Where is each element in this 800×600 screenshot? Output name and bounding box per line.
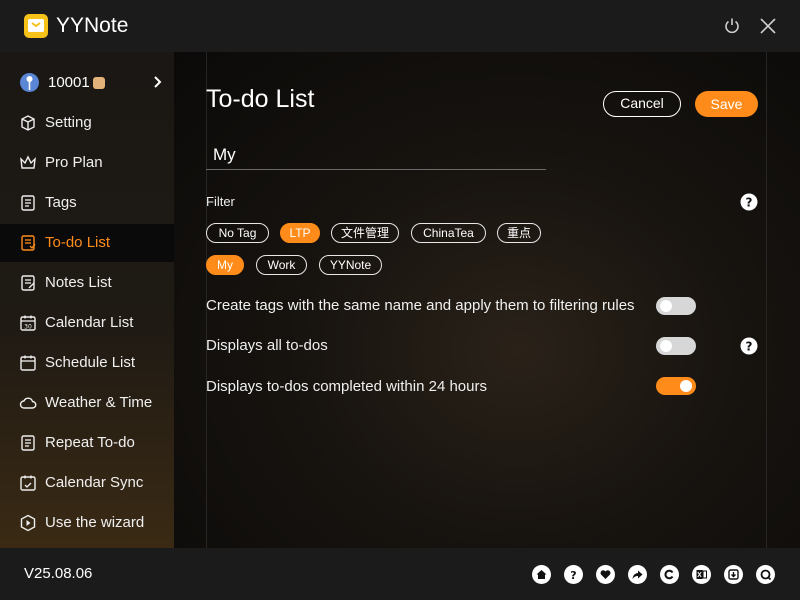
divider (766, 52, 767, 548)
help-icon[interactable]: ? (564, 565, 583, 584)
app-logo-icon (24, 14, 48, 38)
sidebar-item-label: Calendar List (45, 314, 134, 331)
crown-icon (19, 154, 37, 172)
document-icon (19, 194, 37, 212)
version-label: V25.08.06 (24, 565, 93, 582)
cloud-icon (19, 394, 37, 412)
option-label: Displays all to-dos (206, 337, 328, 354)
main-panel: To-do List Cancel Save Filter ? No Tag L… (174, 52, 800, 548)
sidebar-item-label: Use the wizard (45, 514, 145, 531)
sidebar-item-label: Pro Plan (45, 154, 103, 171)
sidebar-item-wizard[interactable]: Use the wizard (0, 504, 174, 542)
toggle-knob (660, 300, 672, 312)
sidebar-item-label: Repeat To-do (45, 434, 135, 451)
home-icon[interactable] (532, 565, 551, 584)
toggle-knob (660, 340, 672, 352)
sidebar-item-label: Calendar Sync (45, 474, 144, 491)
sidebar: 10001 Setting Pro Plan Tags To-do List N… (0, 52, 174, 548)
completed-24h-toggle[interactable] (656, 377, 696, 395)
title-bar: YYNote (0, 0, 800, 52)
tag-chip[interactable]: 重点 (497, 223, 541, 243)
sidebar-item-label: Schedule List (45, 354, 136, 371)
same-name-tags-toggle[interactable] (656, 297, 696, 315)
footer-bar: V25.08.06 ? (0, 548, 800, 600)
svg-text:?: ? (746, 196, 753, 210)
sidebar-item-weather-time[interactable]: Weather & Time (0, 384, 174, 422)
sidebar-item-notes-list[interactable]: Notes List (0, 264, 174, 302)
schedule-icon (19, 354, 37, 372)
power-icon[interactable] (722, 16, 742, 36)
cancel-button[interactable]: Cancel (603, 91, 681, 117)
excel-icon[interactable] (692, 565, 711, 584)
user-account-row[interactable]: 10001 (0, 66, 174, 100)
sidebar-item-label: Setting (45, 114, 92, 131)
filter-label: Filter (206, 194, 235, 209)
sidebar-item-tags[interactable]: Tags (0, 184, 174, 222)
sidebar-item-label: Notes List (45, 274, 112, 291)
filter-help-icon[interactable]: ? (740, 193, 758, 211)
sidebar-item-schedule-list[interactable]: Schedule List (0, 344, 174, 382)
display-all-todos-toggle[interactable] (656, 337, 696, 355)
page-title: To-do List (206, 85, 315, 113)
wizard-icon (19, 514, 37, 532)
svg-text:?: ? (746, 340, 753, 354)
user-id: 10001 (48, 74, 90, 91)
toggle-knob (680, 380, 692, 392)
download-icon[interactable] (724, 565, 743, 584)
cube-icon (19, 114, 37, 132)
svg-text:?: ? (570, 569, 576, 581)
option-label: Displays to-dos completed within 24 hour… (206, 378, 487, 395)
calendar-icon: 30 (19, 314, 37, 332)
repeat-icon (19, 434, 37, 452)
support-icon[interactable] (756, 565, 775, 584)
sidebar-item-repeat-todo[interactable]: Repeat To-do (0, 424, 174, 462)
cube-badge-icon (93, 77, 105, 89)
tag-chip[interactable]: No Tag (206, 223, 269, 243)
close-icon[interactable] (758, 16, 778, 36)
chevron-right-icon (152, 74, 164, 95)
share-icon[interactable] (628, 565, 647, 584)
todo-icon (19, 234, 37, 252)
copyright-icon[interactable] (660, 565, 679, 584)
sync-icon (19, 474, 37, 492)
app-title: YYNote (56, 14, 129, 37)
svg-text:30: 30 (24, 324, 32, 331)
sidebar-item-calendar-list[interactable]: 30 Calendar List (0, 304, 174, 342)
notes-icon (19, 274, 37, 292)
tag-chip[interactable]: My (206, 255, 244, 275)
sidebar-item-todo-list[interactable]: To-do List (0, 224, 174, 262)
option-label: Create tags with the same name and apply… (206, 297, 635, 314)
tag-chip[interactable]: YYNote (319, 255, 382, 275)
sidebar-item-calendar-sync[interactable]: Calendar Sync (0, 464, 174, 502)
list-name-input[interactable] (206, 140, 546, 170)
sidebar-item-setting[interactable]: Setting (0, 104, 174, 142)
save-button[interactable]: Save (695, 91, 758, 117)
tag-chip[interactable]: ChinaTea (411, 223, 486, 243)
sidebar-item-label: Weather & Time (45, 394, 153, 411)
tag-chip[interactable]: LTP (280, 223, 320, 243)
sidebar-item-pro-plan[interactable]: Pro Plan (0, 144, 174, 182)
avatar (20, 73, 39, 92)
sidebar-item-label: To-do List (45, 234, 111, 251)
sidebar-item-label: Tags (45, 194, 77, 211)
tag-chip[interactable]: Work (256, 255, 307, 275)
heart-icon[interactable] (596, 565, 615, 584)
tag-chip[interactable]: 文件管理 (331, 223, 399, 243)
display-all-help-icon[interactable]: ? (740, 337, 758, 355)
